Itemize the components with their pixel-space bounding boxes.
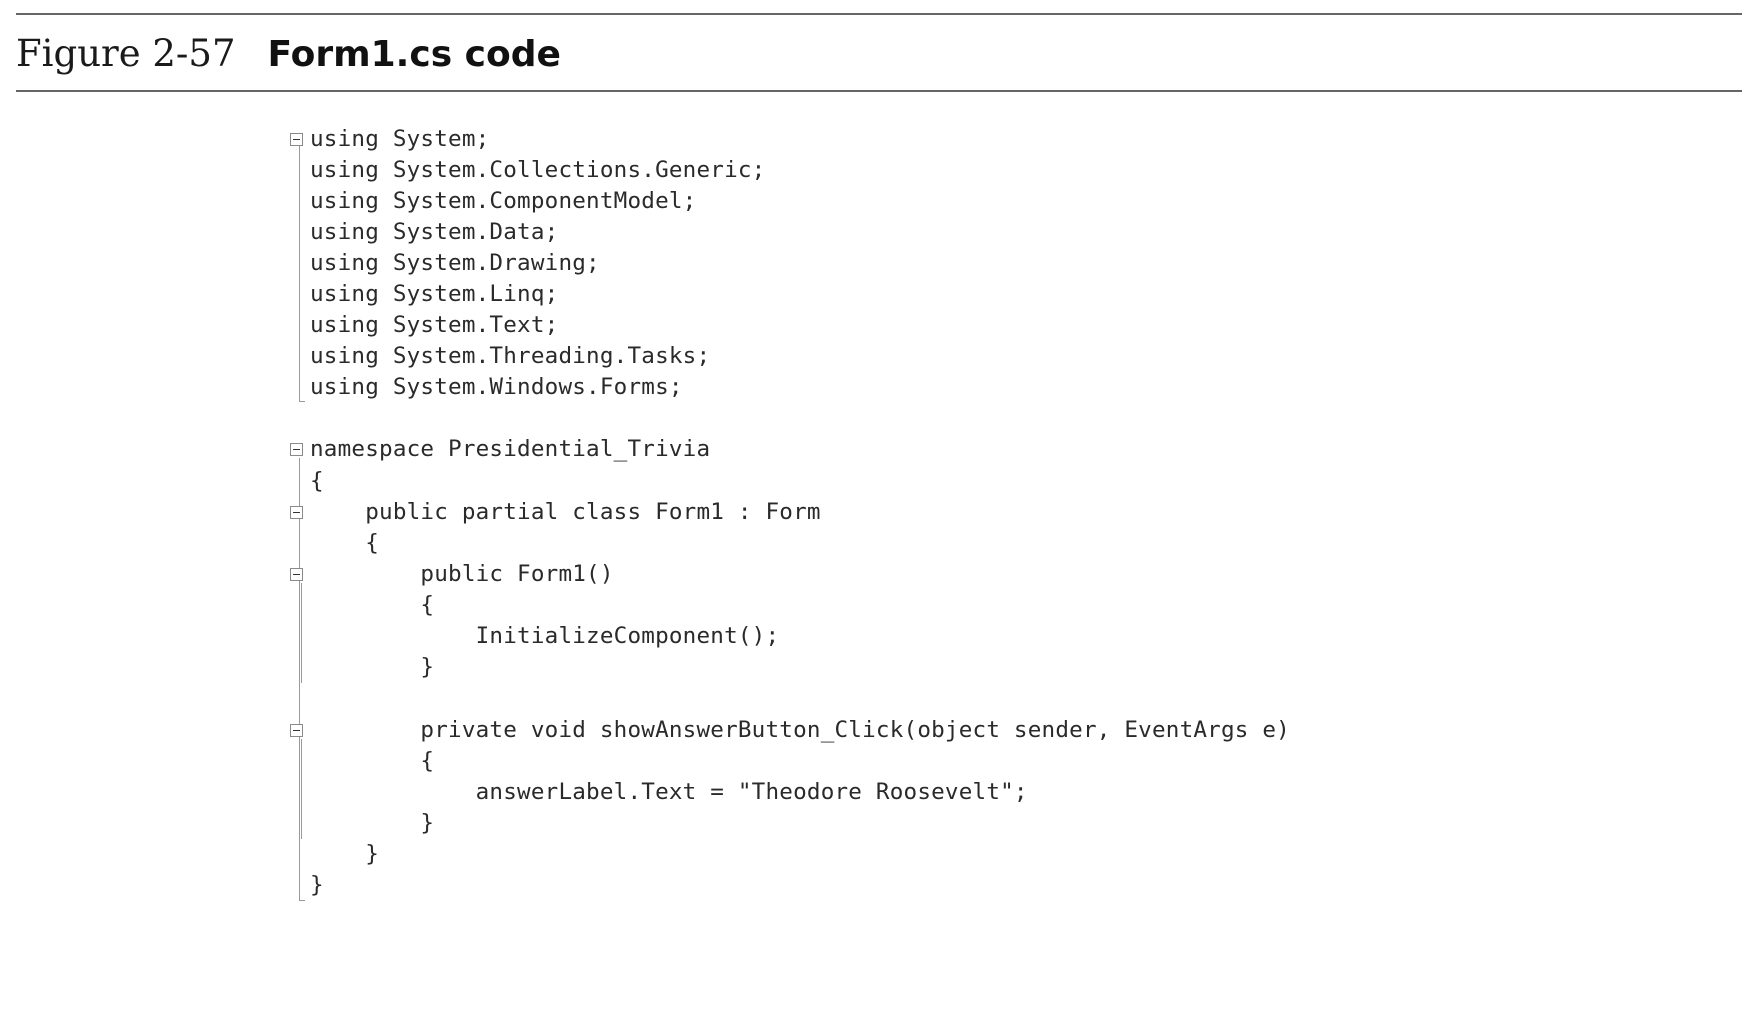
code-line-text: using System.Drawing; bbox=[310, 250, 600, 276]
collapse-minus-icon[interactable] bbox=[290, 443, 303, 456]
code-line-text: using System.Windows.Forms; bbox=[310, 374, 683, 400]
code-line: private void showAnswerButton_Click(obje… bbox=[288, 715, 1568, 746]
code-line: { bbox=[288, 528, 1568, 559]
code-line: using System.Collections.Generic; bbox=[288, 155, 1568, 186]
code-line-text: { bbox=[310, 592, 435, 618]
code-line-text: } bbox=[310, 872, 324, 898]
code-line: using System.Threading.Tasks; bbox=[288, 341, 1568, 372]
code-line: using System.Drawing; bbox=[288, 248, 1568, 279]
code-line-text: { bbox=[310, 468, 324, 494]
collapse-minus-icon[interactable] bbox=[290, 724, 303, 737]
collapse-minus-icon[interactable] bbox=[290, 506, 303, 519]
code-line: using System.ComponentModel; bbox=[288, 186, 1568, 217]
code-line-text: { bbox=[310, 748, 435, 774]
code-line-text: using System.Data; bbox=[310, 219, 559, 245]
code-line-text: { bbox=[310, 530, 380, 556]
code-line-text: } bbox=[310, 841, 380, 867]
top-rule bbox=[16, 13, 1742, 15]
code-line: } bbox=[288, 839, 1568, 870]
code-line-text: using System.Threading.Tasks; bbox=[310, 343, 711, 369]
code-line-text: using System.ComponentModel; bbox=[310, 188, 697, 214]
code-line: answerLabel.Text = "Theodore Roosevelt"; bbox=[288, 777, 1568, 808]
code-line: public partial class Form1 : Form bbox=[288, 497, 1568, 528]
code-line: using System; bbox=[288, 124, 1568, 155]
code-line-text: private void showAnswerButton_Click(obje… bbox=[310, 717, 1290, 743]
code-line-text: answerLabel.Text = "Theodore Roosevelt"; bbox=[310, 779, 1028, 805]
code-line-text: using System; bbox=[310, 126, 490, 152]
code-line: using System.Linq; bbox=[288, 279, 1568, 310]
code-line-text: using System.Collections.Generic; bbox=[310, 157, 766, 183]
code-line: using System.Windows.Forms; bbox=[288, 372, 1568, 403]
code-line-text: } bbox=[310, 810, 435, 836]
code-line-text: } bbox=[310, 654, 435, 680]
code-line: namespace Presidential_Trivia bbox=[288, 434, 1568, 465]
code-line-text: InitializeComponent(); bbox=[310, 623, 780, 649]
code-line: { bbox=[288, 590, 1568, 621]
code-line-text: public Form1() bbox=[310, 561, 614, 587]
code-listing: using System; using System.Collections.G… bbox=[288, 124, 1588, 914]
code-line-text: using System.Linq; bbox=[310, 281, 559, 307]
figure-title: Form1.cs code bbox=[267, 34, 561, 75]
caption-rule bbox=[16, 90, 1742, 92]
code-line: using System.Text; bbox=[288, 310, 1568, 341]
code-line: public Form1() bbox=[288, 559, 1568, 590]
code-line: } bbox=[288, 870, 1568, 901]
code-line-text: using System.Text; bbox=[310, 312, 559, 338]
figure-caption: Figure 2-57 Form1.cs code bbox=[16, 32, 561, 82]
code-line: { bbox=[288, 746, 1568, 777]
collapse-minus-icon[interactable] bbox=[290, 568, 303, 581]
figure-number: Figure 2-57 bbox=[16, 32, 236, 75]
code-line: } bbox=[288, 652, 1568, 683]
collapse-minus-icon[interactable] bbox=[290, 133, 303, 146]
code-line: using System.Data; bbox=[288, 217, 1568, 248]
code-line: } bbox=[288, 808, 1568, 839]
code-line-text: namespace Presidential_Trivia bbox=[310, 436, 711, 462]
code-line-text: public partial class Form1 : Form bbox=[310, 499, 821, 525]
code-line: InitializeComponent(); bbox=[288, 621, 1568, 652]
code-line: { bbox=[288, 466, 1568, 497]
